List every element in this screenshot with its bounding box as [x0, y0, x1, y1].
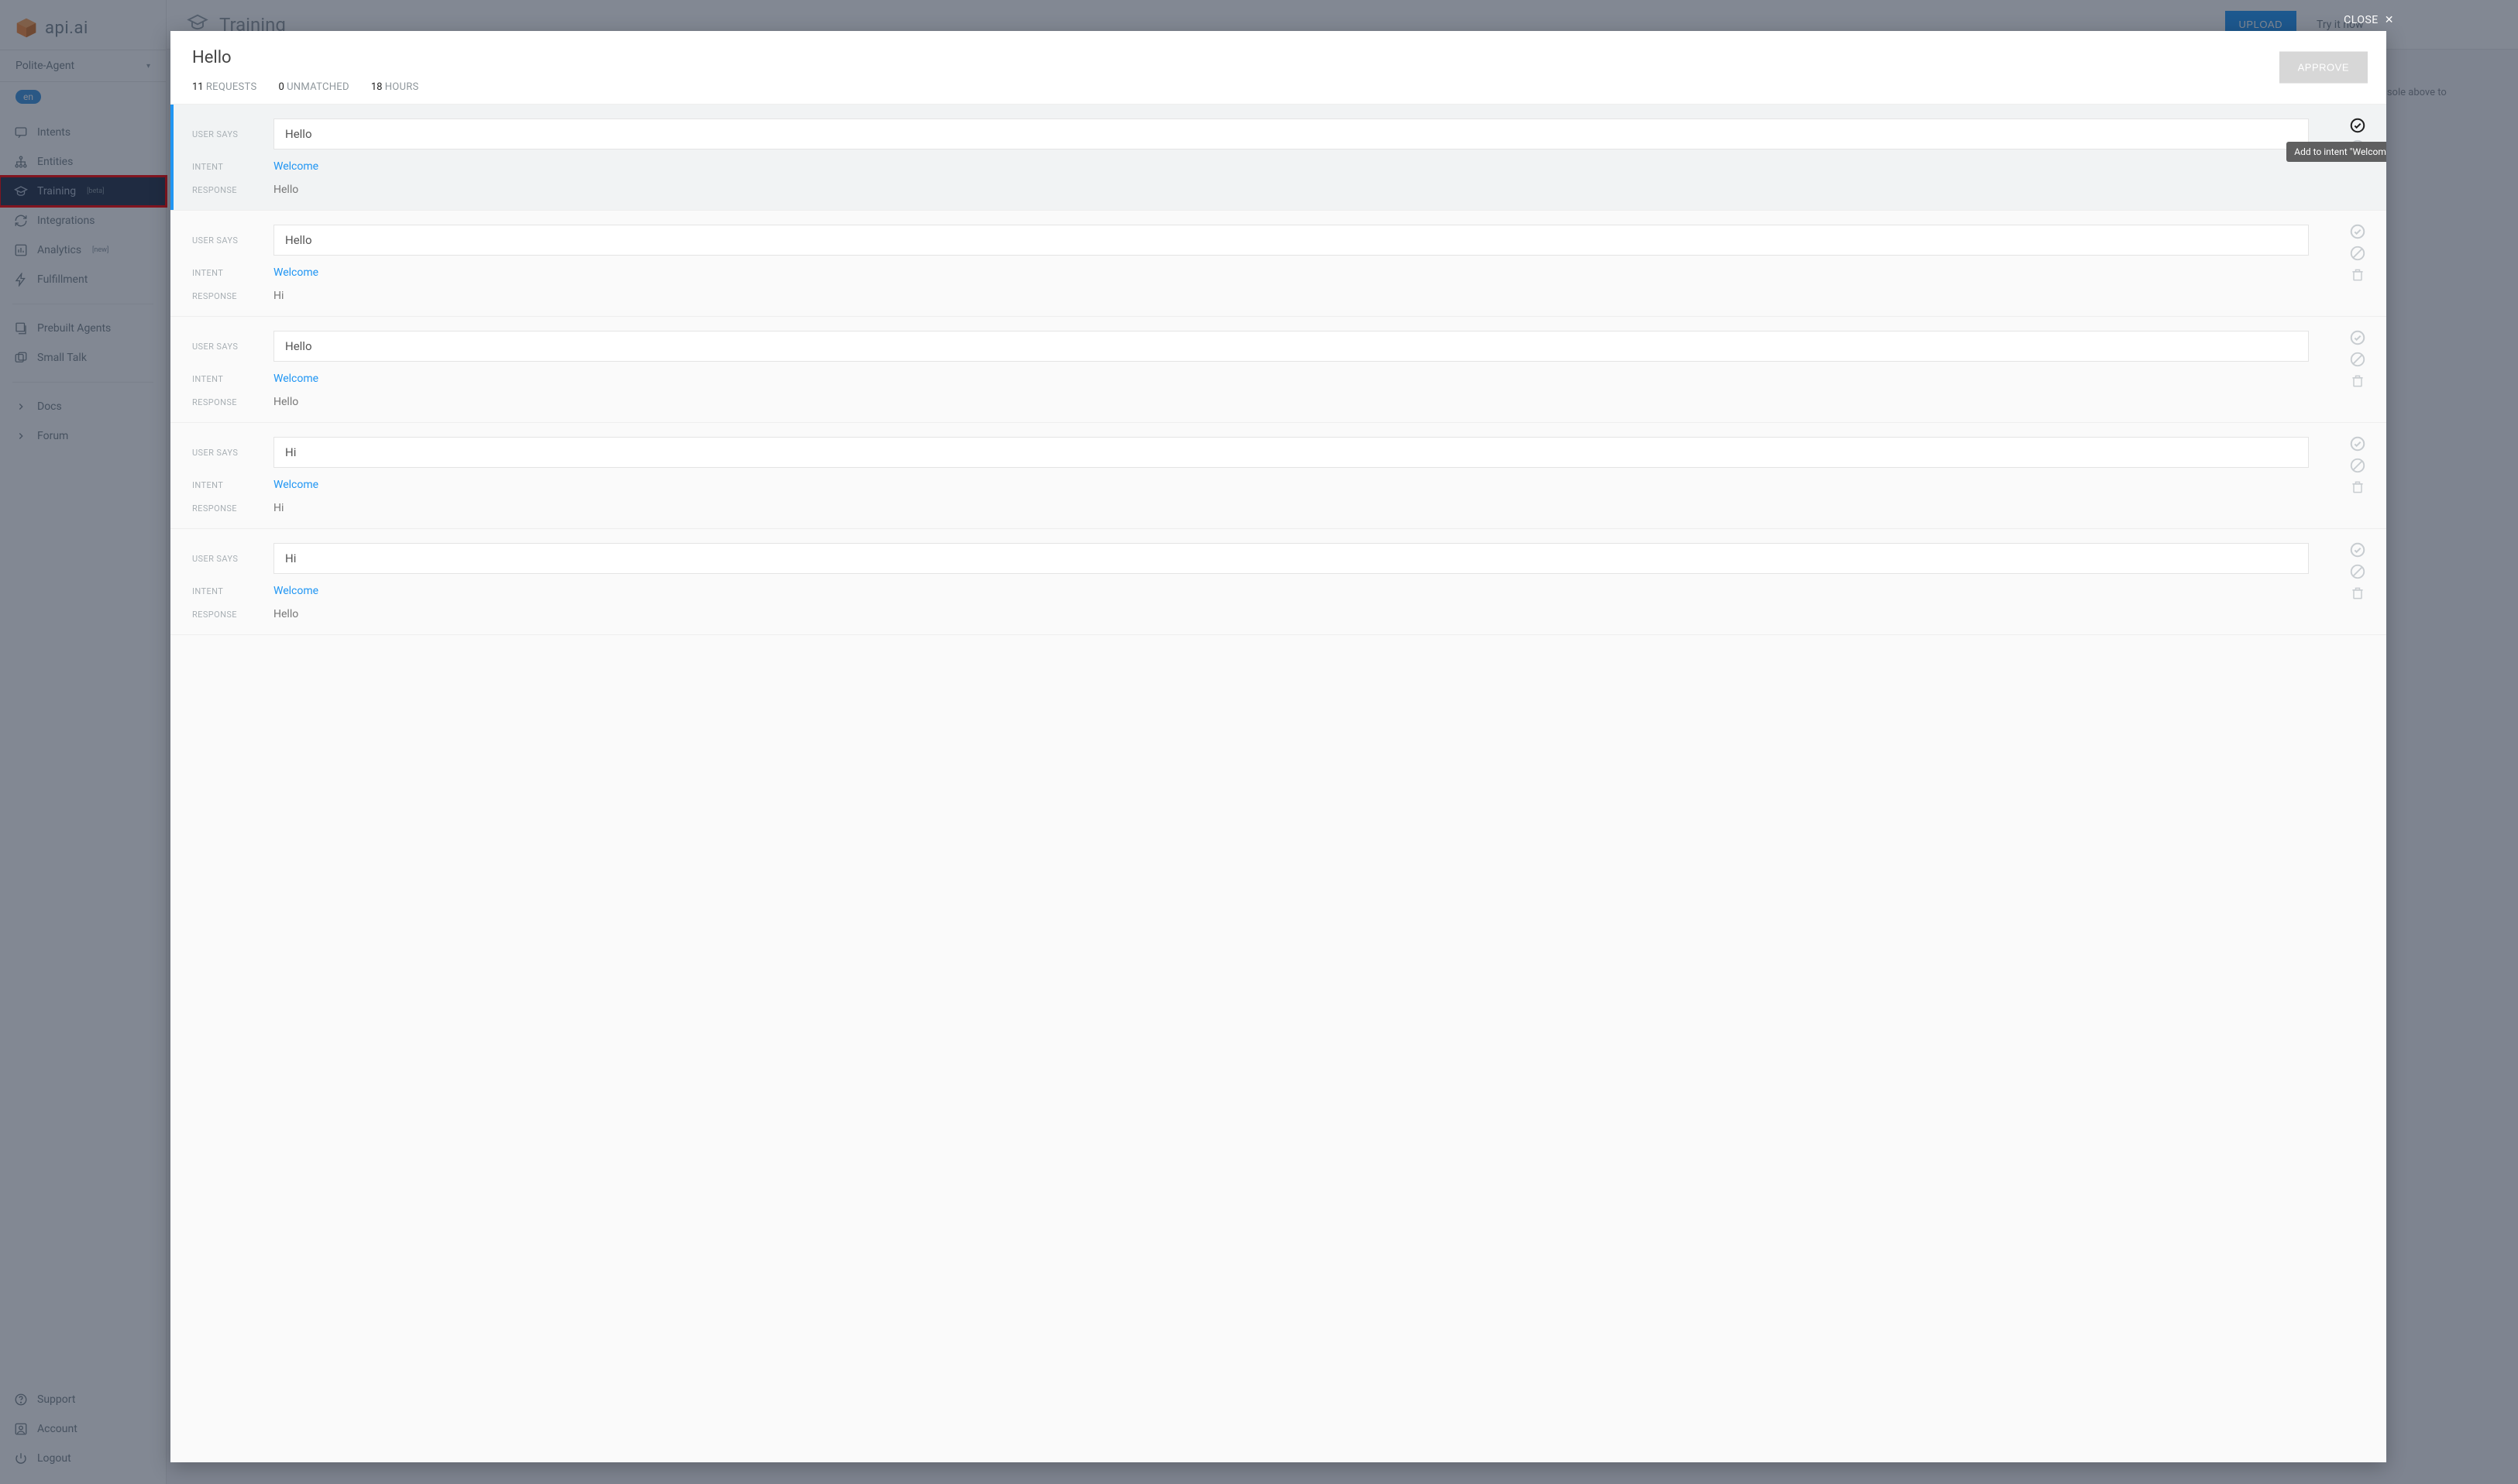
training-dialog: Hello 11 REQUESTS 0 UNMATCHED 18 HOURS A…	[170, 31, 2386, 1462]
overlay: CLOSE ✕ Hello 11 REQUESTS 0 UNMATCHED 18…	[0, 0, 2518, 1484]
response-label: RESPONSE	[192, 185, 273, 195]
entry-actions	[2349, 117, 2366, 156]
user-says-input[interactable]: Hello	[273, 331, 2309, 362]
user-says-input[interactable]: Hi	[273, 543, 2309, 574]
response-text: Hi	[273, 502, 284, 514]
close-button[interactable]: CLOSE ✕	[2344, 14, 2394, 26]
approve-icon[interactable]	[2349, 223, 2366, 240]
response-label: RESPONSE	[192, 291, 273, 301]
stat-unmatched: 0 UNMATCHED	[279, 81, 349, 93]
response-text: Hello	[273, 608, 298, 620]
response-label: RESPONSE	[192, 610, 273, 620]
user-says-label: USER SAYS	[192, 448, 273, 458]
modal-stats: 11 REQUESTS 0 UNMATCHED 18 HOURS	[192, 81, 2365, 93]
approve-icon[interactable]	[2349, 329, 2366, 346]
training-entry: USER SAYSHello INTENTWelcome RESPONSEHi	[170, 211, 2386, 317]
entry-actions	[2349, 541, 2366, 602]
trash-icon[interactable]	[2349, 266, 2366, 283]
approve-button[interactable]: APPROVE	[2279, 52, 2368, 84]
trash-icon[interactable]	[2349, 373, 2366, 390]
training-entry: USER SAYSHi INTENTWelcome RESPONSEHello	[170, 529, 2386, 635]
training-entry: USER SAYSHelloINTENTWelcomeRESPONSEHello	[170, 317, 2386, 423]
trash-icon[interactable]	[2349, 479, 2366, 496]
block-icon[interactable]	[2349, 563, 2366, 580]
user-says-label: USER SAYS	[192, 129, 273, 139]
response-text: Hello	[273, 396, 298, 408]
user-says-input[interactable]: Hello	[273, 225, 2309, 256]
entry-actions	[2349, 223, 2366, 283]
trash-icon[interactable]	[2349, 585, 2366, 602]
intent-link[interactable]: Welcome	[273, 266, 318, 279]
training-entry: USER SAYSHiINTENTWelcomeRESPONSEHi	[170, 423, 2386, 529]
block-icon[interactable]	[2349, 457, 2366, 474]
intent-label: INTENT	[192, 480, 273, 490]
approve-icon[interactable]	[2349, 541, 2366, 558]
modal-body[interactable]: USER SAYSHelloINTENTWelcomeRESPONSEHello…	[170, 105, 2386, 1462]
response-text: Hello	[273, 184, 298, 196]
intent-label: INTENT	[192, 268, 273, 278]
close-label: CLOSE	[2344, 14, 2379, 26]
intent-label: INTENT	[192, 586, 273, 596]
intent-label: INTENT	[192, 374, 273, 384]
block-icon[interactable]	[2349, 351, 2366, 368]
intent-link[interactable]: Welcome	[273, 160, 318, 173]
response-text: Hi	[273, 290, 284, 302]
response-label: RESPONSE	[192, 397, 273, 407]
response-label: RESPONSE	[192, 503, 273, 514]
entry-actions	[2349, 435, 2366, 496]
user-says-label: USER SAYS	[192, 342, 273, 352]
intent-link[interactable]: Welcome	[273, 585, 318, 597]
intent-label: INTENT	[192, 162, 273, 172]
stat-requests: 11 REQUESTS	[192, 81, 257, 93]
user-says-label: USER SAYS	[192, 554, 273, 564]
approve-icon[interactable]	[2349, 117, 2366, 134]
user-says-input[interactable]: Hi	[273, 437, 2309, 468]
user-says-input[interactable]: Hello	[273, 119, 2309, 149]
intent-link[interactable]: Welcome	[273, 373, 318, 385]
modal-header: Hello 11 REQUESTS 0 UNMATCHED 18 HOURS A…	[170, 31, 2386, 105]
stat-hours: 18 HOURS	[371, 81, 419, 93]
entry-actions	[2349, 329, 2366, 390]
user-says-label: USER SAYS	[192, 235, 273, 246]
block-icon[interactable]	[2349, 139, 2366, 156]
block-icon[interactable]	[2349, 245, 2366, 262]
modal-title: Hello	[192, 48, 2365, 67]
close-icon: ✕	[2385, 14, 2394, 26]
training-entry: USER SAYSHelloINTENTWelcomeRESPONSEHello…	[170, 105, 2386, 211]
approve-icon[interactable]	[2349, 435, 2366, 452]
intent-link[interactable]: Welcome	[273, 479, 318, 491]
